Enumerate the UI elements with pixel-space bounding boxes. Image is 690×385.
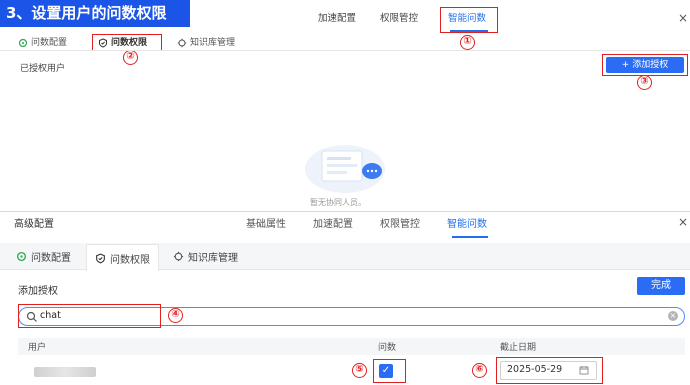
highlight-box-6 — [496, 357, 603, 384]
tab-acceleration[interactable]: 加速配置 — [313, 215, 353, 230]
shield-icon — [96, 253, 105, 263]
add-authorization-heading: 添加授权 — [18, 286, 58, 297]
highlight-box-5 — [373, 359, 406, 383]
annotation-marker-6: ⑥ — [472, 363, 487, 378]
close-icon[interactable]: × — [678, 12, 688, 24]
column-header-query: 问数 — [378, 343, 397, 353]
table-header — [18, 338, 685, 355]
annotation-marker-5: ⑤ — [352, 363, 367, 378]
highlight-box-4 — [18, 304, 161, 328]
subtab-label: 问数权限 — [110, 254, 150, 266]
page-title-banner: 3、设置用户的问数权限 — [0, 0, 190, 27]
config-icon — [18, 38, 28, 48]
column-header-user: 用户 — [28, 343, 47, 353]
authorized-users-label: 已授权用户 — [20, 64, 66, 74]
highlight-box-1 — [440, 7, 498, 33]
dialog-title: 高级配置 — [14, 219, 54, 230]
subtab-label: 问数配置 — [31, 38, 68, 48]
subtab-label: 知识库管理 — [188, 253, 238, 264]
tab-permissions[interactable]: 权限管控 — [380, 215, 420, 230]
subtab-knowledge-base[interactable]: 知识库管理 — [177, 37, 235, 49]
subtab-label: 知识库管理 — [190, 38, 236, 48]
annotation-marker-4: ④ — [168, 308, 183, 323]
clear-icon[interactable]: × — [668, 311, 678, 321]
tab-permissions[interactable]: 权限管控 — [380, 13, 418, 25]
subtab-divider — [0, 50, 690, 51]
config-icon — [16, 251, 27, 262]
empty-state-illustration — [305, 145, 385, 193]
subtab-label: 问数配置 — [31, 253, 71, 264]
tab-acceleration[interactable]: 加速配置 — [318, 13, 356, 25]
close-icon[interactable]: × — [678, 215, 688, 229]
panel-divider — [0, 211, 690, 212]
annotation-marker-1: ① — [460, 35, 475, 50]
highlight-box-2 — [92, 34, 162, 51]
highlight-box-3 — [602, 54, 688, 76]
subtab-query-config[interactable]: 问数配置 — [18, 37, 67, 49]
done-button[interactable]: 完成 — [637, 277, 685, 295]
tab-smart-query[interactable]: 智能问数 — [447, 215, 487, 230]
active-tab-indicator — [452, 236, 488, 238]
knowledge-icon — [177, 38, 187, 48]
annotation-marker-2: ② — [123, 50, 138, 65]
column-header-deadline: 截止日期 — [500, 343, 537, 353]
tab-basic-properties[interactable]: 基础属性 — [246, 215, 286, 230]
knowledge-icon — [173, 251, 184, 262]
subtab-knowledge-base[interactable]: 知识库管理 — [165, 244, 246, 269]
user-name-redacted — [34, 367, 96, 377]
subtab-query-permission[interactable]: 问数权限 — [86, 244, 159, 271]
empty-state-text: 暂无协同人员。 — [310, 198, 366, 207]
annotation-marker-3: ③ — [637, 75, 652, 90]
subtab-query-config[interactable]: 问数配置 — [8, 244, 79, 269]
